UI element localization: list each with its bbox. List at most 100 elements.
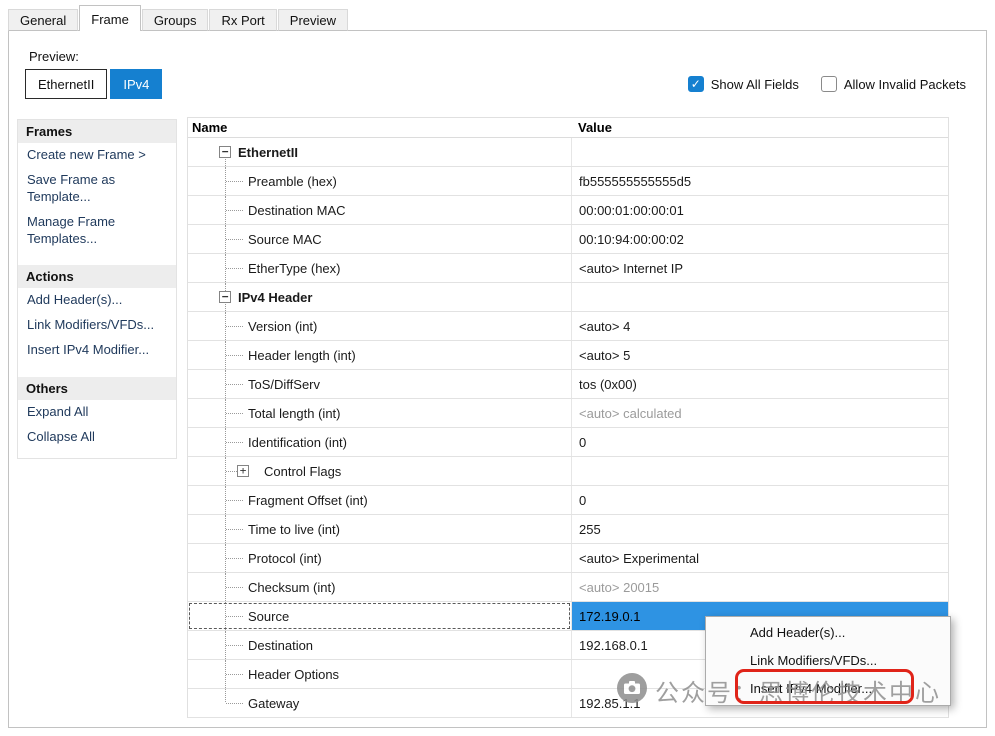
sidebar-section-actions: Actions — [18, 265, 176, 288]
field-value: 255 — [579, 522, 601, 537]
field-value-cell[interactable]: <auto> calculated — [571, 399, 948, 427]
table-row-tos-diffserv[interactable]: ToS/DiffServ tos (0x00) — [188, 370, 948, 399]
field-name: Identification (int) — [248, 435, 347, 450]
field-value-cell[interactable]: 255 — [571, 515, 948, 543]
show-all-fields-checkbox[interactable]: ✓ Show All Fields — [688, 76, 799, 92]
sidebar-item-insert-ipv4-modifier[interactable]: Insert IPv4 Modifier... — [18, 338, 176, 363]
field-value-cell[interactable]: <auto> Internet IP — [571, 254, 948, 282]
field-value: <auto> 20015 — [579, 580, 659, 595]
field-name-cell: Source MAC — [188, 225, 571, 253]
sidebar-section-others: Others — [18, 377, 176, 400]
field-value: <auto> 5 — [579, 348, 630, 363]
sidebar-item-manage-frame-templates[interactable]: Manage Frame Templates... — [18, 210, 176, 252]
tab-rx-port[interactable]: Rx Port — [209, 9, 276, 31]
table-row-ipv4-header[interactable]: −IPv4 Header — [188, 283, 948, 312]
field-name-cell: EtherType (hex) — [188, 254, 571, 282]
collapse-icon[interactable]: − — [219, 291, 231, 303]
field-value-cell[interactable]: 0 — [571, 486, 948, 514]
sidebar-item-expand-all[interactable]: Expand All — [18, 400, 176, 425]
table-row-version-int[interactable]: Version (int) <auto> 4 — [188, 312, 948, 341]
field-name-cell: Protocol (int) — [188, 544, 571, 572]
table-row-control-flags[interactable]: +Control Flags — [188, 457, 948, 486]
field-name: Source MAC — [248, 232, 322, 247]
tab-groups[interactable]: Groups — [142, 9, 209, 31]
table-row-header-length-int[interactable]: Header length (int)<auto> 5 — [188, 341, 948, 370]
sidebar-item-link-modifiers-vfds[interactable]: Link Modifiers/VFDs... — [18, 313, 176, 338]
field-name: Gateway — [248, 696, 299, 711]
context-menu: Add Header(s)...Link Modifiers/VFDs...In… — [705, 616, 951, 706]
menu-item-link-modifiers-vfds[interactable]: Link Modifiers/VFDs... — [708, 647, 948, 675]
table-row-identification-int[interactable]: Identification (int) 0 — [188, 428, 948, 457]
sidebar-item-collapse-all[interactable]: Collapse All — [18, 425, 176, 450]
field-value: 00:10:94:00:00:02 — [579, 232, 684, 247]
field-value-cell[interactable] — [571, 138, 948, 166]
field-value-cell[interactable]: 00:10:94:00:00:02 — [571, 225, 948, 253]
checkbox-icon — [821, 76, 837, 92]
field-value: 192.168.0.1 — [579, 638, 648, 653]
field-value-cell[interactable]: fb555555555555d5 — [571, 167, 948, 195]
column-header-value: Value — [571, 120, 948, 135]
header-segments: EthernetIIIPv4 — [25, 69, 165, 99]
field-name: Fragment Offset (int) — [248, 493, 368, 508]
field-value-cell[interactable] — [571, 283, 948, 311]
menu-item-insert-ipv4-modifier[interactable]: Insert IPv4 Modifier... — [708, 675, 948, 703]
field-name: Protocol (int) — [248, 551, 322, 566]
field-value-cell[interactable]: tos (0x00) — [571, 370, 948, 398]
field-name-cell: ToS/DiffServ — [188, 370, 571, 398]
checkbox-icon: ✓ — [688, 76, 704, 92]
allow-invalid-packets-checkbox[interactable]: Allow Invalid Packets — [821, 76, 966, 92]
field-value-cell[interactable]: 00:00:01:00:00:01 — [571, 196, 948, 224]
field-name-cell: −EthernetII — [188, 138, 571, 166]
menu-item-add-header-s[interactable]: Add Header(s)... — [708, 619, 948, 647]
field-value: 192.85.1.1 — [579, 696, 640, 711]
field-value-cell[interactable]: <auto> 4 — [571, 312, 948, 340]
table-row-ethernetii[interactable]: −EthernetII — [188, 138, 948, 167]
field-value: <auto> calculated — [579, 406, 682, 421]
field-name: EthernetII — [238, 145, 298, 160]
field-name: Checksum (int) — [248, 580, 335, 595]
field-value: 172.19.0.1 — [579, 609, 640, 624]
collapse-icon[interactable]: − — [219, 146, 231, 158]
table-row-time-to-live-int[interactable]: Time to live (int) 255 — [188, 515, 948, 544]
sidebar-item-add-header-s[interactable]: Add Header(s)... — [18, 288, 176, 313]
table-row-fragment-offset-int[interactable]: Fragment Offset (int) 0 — [188, 486, 948, 515]
field-name: Header Options — [248, 667, 339, 682]
sidebar: FramesCreate new Frame >Save Frame as Te… — [17, 119, 177, 459]
field-value-cell[interactable]: <auto> 20015 — [571, 573, 948, 601]
field-value: <auto> 4 — [579, 319, 630, 334]
table-row-preamble-hex[interactable]: Preamble (hex) fb555555555555d5 — [188, 167, 948, 196]
table-row-destination-mac[interactable]: Destination MAC00:00:01:00:00:01 — [188, 196, 948, 225]
field-value: 0 — [579, 435, 586, 450]
sidebar-section-frames: Frames — [18, 120, 176, 143]
table-row-total-length-int[interactable]: Total length (int) <auto> calculated — [188, 399, 948, 428]
field-name-cell: Total length (int) — [188, 399, 571, 427]
tab-preview[interactable]: Preview — [278, 9, 348, 31]
field-value-cell[interactable]: <auto> 5 — [571, 341, 948, 369]
field-name: Preamble (hex) — [248, 174, 337, 189]
field-name-cell: Gateway — [188, 689, 571, 717]
field-value-cell[interactable]: 0 — [571, 428, 948, 456]
preview-ipv4-button[interactable]: IPv4 — [110, 69, 162, 99]
field-name: Source — [248, 609, 289, 624]
options: ✓ Show All Fields Allow Invalid Packets — [688, 76, 966, 92]
table-row-ethertype-hex[interactable]: EtherType (hex)<auto> Internet IP — [188, 254, 948, 283]
table-row-protocol-int[interactable]: Protocol (int) <auto> Experimental — [188, 544, 948, 573]
tab-frame[interactable]: Frame — [79, 5, 141, 31]
field-value-cell[interactable]: <auto> Experimental — [571, 544, 948, 572]
tab-general[interactable]: General — [8, 9, 78, 31]
tab-bar: GeneralFrameGroupsRx PortPreview — [8, 5, 349, 31]
checkbox-label: Show All Fields — [711, 77, 799, 92]
field-name-cell: Time to live (int) — [188, 515, 571, 543]
sidebar-item-save-frame-as-template[interactable]: Save Frame as Template... — [18, 168, 176, 210]
table-row-source-mac[interactable]: Source MAC 00:10:94:00:00:02 — [188, 225, 948, 254]
sidebar-item-create-new-frame[interactable]: Create new Frame > — [18, 143, 176, 168]
field-name-cell: −IPv4 Header — [188, 283, 571, 311]
expand-icon[interactable]: + — [237, 465, 249, 477]
field-name-cell: Header Options — [188, 660, 571, 688]
field-value-cell[interactable] — [571, 457, 948, 485]
field-name-cell: Version (int) — [188, 312, 571, 340]
preview-ethernetii-button[interactable]: EthernetII — [25, 69, 107, 99]
field-name: ToS/DiffServ — [248, 377, 320, 392]
table-row-checksum-int[interactable]: Checksum (int) <auto> 20015 — [188, 573, 948, 602]
field-name-cell: Preamble (hex) — [188, 167, 571, 195]
